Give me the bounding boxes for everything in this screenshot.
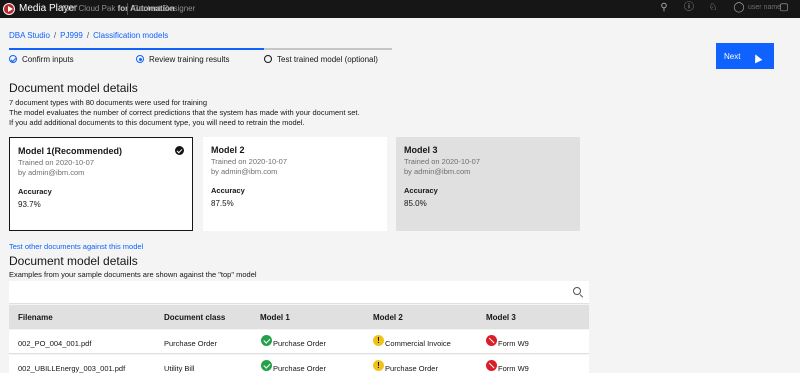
step-label: Review training results xyxy=(149,55,230,64)
header-model-3[interactable]: Model 3 xyxy=(486,313,516,322)
model-trained-by: by admin@ibm.com xyxy=(18,167,85,177)
accuracy-label: Accuracy xyxy=(211,186,245,195)
model-card-1[interactable]: Model 1(Recommended) Trained on 2020-10-… xyxy=(9,137,193,231)
accuracy-label: Accuracy xyxy=(18,187,52,196)
cell-filename: 002_PO_004_001.pdf xyxy=(18,339,92,348)
search-icon[interactable] xyxy=(573,287,581,295)
accuracy-label: Accuracy xyxy=(404,186,438,195)
search-icon[interactable]: ⚲ xyxy=(658,2,670,14)
topbar-divider xyxy=(127,3,128,15)
user-name[interactable]: user name xyxy=(748,4,781,11)
checkmark-filled-icon xyxy=(261,335,272,346)
model-trained-date: Trained on 2020-10-07 xyxy=(18,158,95,167)
cell-model-2: Purchase Order xyxy=(385,364,438,373)
misuse-filled-icon xyxy=(486,335,497,346)
progress-line-incomplete xyxy=(264,48,392,50)
accuracy-value: 85.0% xyxy=(404,199,427,208)
app-switcher-icon[interactable]: ▢ xyxy=(778,2,790,14)
details-description: 7 document types with 80 documents were … xyxy=(9,98,360,128)
next-button[interactable]: Next xyxy=(716,43,774,69)
cell-model-2: Commercial Invoice xyxy=(385,339,451,348)
model-card-3[interactable]: Model 3 Trained on 2020-10-07 by admin@i… xyxy=(396,137,580,231)
warning-filled-icon xyxy=(373,335,384,346)
incomplete-step-icon xyxy=(264,55,272,63)
model-card-2[interactable]: Model 2 Trained on 2020-10-07 by admin@i… xyxy=(203,137,387,231)
app-name[interactable]: Content Designer xyxy=(133,4,195,13)
cell-filename: 002_UBILLEnergy_003_001.pdf xyxy=(18,364,126,373)
warning-filled-icon xyxy=(373,360,384,371)
header-model-1[interactable]: Model 1 xyxy=(260,313,290,322)
details-line: The model evaluates the number of correc… xyxy=(9,108,360,117)
cell-model-1: Purchase Order xyxy=(273,339,326,348)
details-line: If you add additional documents to this … xyxy=(9,118,305,127)
breadcrumb-project[interactable]: PJ999 xyxy=(60,31,83,40)
cell-document-class: Utility Bill xyxy=(164,364,195,373)
table-section-subtitle: Examples from your sample documents are … xyxy=(9,270,257,279)
user-avatar-icon[interactable]: ◯ xyxy=(733,2,745,14)
misuse-filled-icon xyxy=(486,360,497,371)
model-trained-date: Trained on 2020-10-07 xyxy=(404,157,481,166)
accuracy-value: 93.7% xyxy=(18,200,41,209)
details-line: 7 document types with 80 documents were … xyxy=(9,98,208,107)
checkmark-filled-icon xyxy=(261,360,272,371)
table-row[interactable]: 002_PO_004_001.pdf Purchase Order Purcha… xyxy=(9,330,589,354)
current-step-icon xyxy=(136,55,144,63)
model-trained-by: by admin@ibm.com xyxy=(404,166,471,176)
cell-model-3: Form W9 xyxy=(498,339,529,348)
header-filename[interactable]: Filename xyxy=(18,313,53,322)
breadcrumb-classification-models[interactable]: Classification models xyxy=(93,31,168,40)
model-name: Model 3 xyxy=(404,145,438,155)
model-name: Model 1(Recommended) xyxy=(18,146,123,156)
breadcrumb-separator: / xyxy=(86,31,90,40)
app-top-bar: Media Player IBM Cloud Pak for Automatio… xyxy=(0,0,800,18)
progress-indicator: Confirm inputs Review training results T… xyxy=(9,48,392,70)
table-header: Filename Document class Model 1 Model 2 … xyxy=(9,305,589,329)
model-name: Model 2 xyxy=(211,145,245,155)
breadcrumb-separator: / xyxy=(53,31,57,40)
step-label: Confirm inputs xyxy=(22,55,74,64)
header-document-class[interactable]: Document class xyxy=(164,313,225,322)
help-icon[interactable]: ⓘ xyxy=(683,2,695,14)
accuracy-value: 87.5% xyxy=(211,199,234,208)
header-model-2[interactable]: Model 2 xyxy=(373,313,403,322)
step-label: Test trained model (optional) xyxy=(277,55,378,64)
model-trained-by: by admin@ibm.com xyxy=(211,166,278,176)
table-search-bar[interactable] xyxy=(9,281,589,304)
breadcrumb: DBA Studio / PJ999/Classification models xyxy=(9,31,168,40)
progress-line-complete xyxy=(9,48,264,50)
cell-model-1: Purchase Order xyxy=(273,364,326,373)
notification-icon[interactable]: ♘ xyxy=(707,2,719,14)
checkmark-outline-icon xyxy=(9,55,17,63)
details-heading: Document model details xyxy=(9,81,138,95)
test-other-documents-link[interactable]: Test other documents against this model xyxy=(9,242,143,251)
table-section-heading: Document model details xyxy=(9,254,138,268)
model-trained-date: Trained on 2020-10-07 xyxy=(211,157,288,166)
media-player-icon xyxy=(3,3,15,15)
cell-model-3: Form W9 xyxy=(498,364,529,373)
selected-checkmark-icon xyxy=(175,146,184,155)
cell-document-class: Purchase Order xyxy=(164,339,217,348)
breadcrumb-dba-studio[interactable]: DBA Studio xyxy=(9,31,50,40)
table-row[interactable]: 002_UBILLEnergy_003_001.pdf Utility Bill… xyxy=(9,355,589,373)
